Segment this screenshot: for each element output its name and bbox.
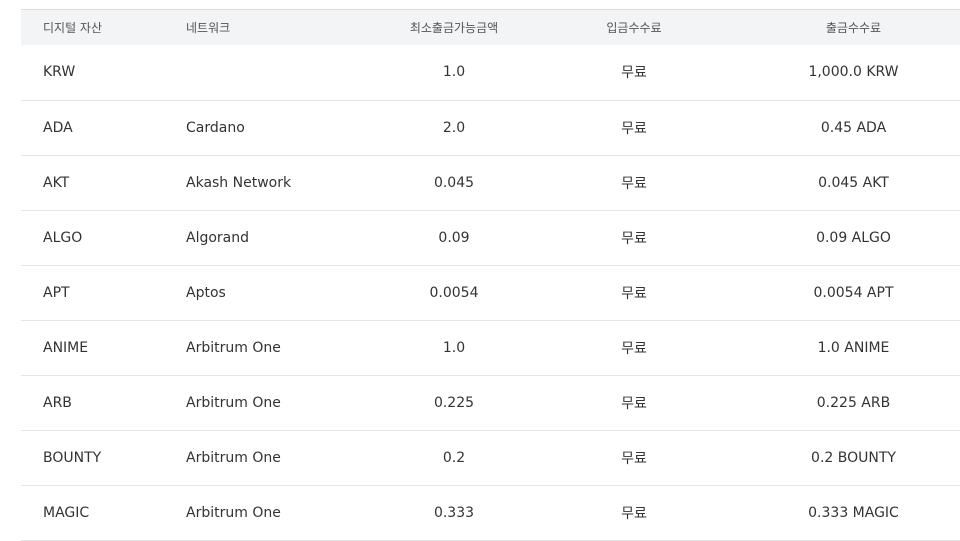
cell-min-withdrawal: 0.333	[433, 504, 475, 521]
cell-asset: AKT	[43, 174, 70, 191]
header-min-withdrawal: 최소출금가능금액	[409, 21, 499, 35]
fee-table: 디지털 자산 네트워크 최소출금가능금액 입금수수료 출금수수료 KRW 1.0…	[21, 9, 960, 541]
cell-deposit-fee: 무료	[621, 340, 647, 357]
header-withdrawal-fee: 출금수수료	[825, 21, 882, 35]
header-deposit-fee: 입금수수료	[606, 21, 662, 35]
cell-min-withdrawal: 0.045	[433, 174, 475, 191]
cell-min-withdrawal: 2.0	[442, 119, 466, 136]
cell-network: Algorand	[186, 229, 250, 246]
cell-min-withdrawal: 0.225	[433, 394, 475, 411]
cell-withdrawal-fee: 1.0 ANIME	[817, 339, 890, 356]
cell-deposit-fee: 무료	[621, 65, 647, 82]
table-row: ADA Cardano 2.0 무료 0.45 ADA	[21, 100, 960, 155]
cell-deposit-fee: 무료	[621, 450, 647, 467]
cell-withdrawal-fee: 0.2 BOUNTY	[811, 449, 896, 466]
table-row: APT Aptos 0.0054 무료 0.0054 APT	[21, 265, 960, 320]
table-row: ANIME Arbitrum One 1.0 무료 1.0 ANIME	[21, 320, 960, 375]
cell-network: Arbitrum One	[186, 449, 281, 466]
cell-deposit-fee: 무료	[621, 395, 647, 412]
table-row: BOUNTY Arbitrum One 0.2 무료 0.2 BOUNTY	[21, 430, 960, 485]
cell-min-withdrawal: 0.09	[438, 229, 470, 246]
cell-withdrawal-fee: 1,000.0 KRW	[808, 64, 899, 81]
cell-withdrawal-fee: 0.225 ARB	[816, 394, 891, 411]
cell-asset: ARB	[43, 394, 72, 411]
cell-withdrawal-fee: 0.0054 APT	[813, 284, 894, 301]
header-asset: 디지털 자산	[43, 21, 103, 35]
table-row: ARB Arbitrum One 0.225 무료 0.225 ARB	[21, 375, 960, 430]
cell-asset: ALGO	[43, 229, 83, 246]
cell-deposit-fee: 무료	[621, 175, 647, 192]
cell-asset: ADA	[43, 119, 73, 136]
cell-network: Aptos	[186, 284, 226, 301]
cell-deposit-fee: 무료	[621, 285, 647, 302]
cell-network: Arbitrum One	[186, 394, 281, 411]
cell-asset: ANIME	[43, 339, 89, 356]
fee-table-container: 디지털 자산 네트워크 최소출금가능금액 입금수수료 출금수수료 KRW 1.0…	[21, 9, 960, 541]
cell-asset: KRW	[43, 64, 76, 81]
cell-withdrawal-fee: 0.045 AKT	[818, 174, 889, 191]
cell-asset: APT	[43, 284, 70, 301]
cell-deposit-fee: 무료	[621, 230, 647, 247]
table-body: KRW 1.0 무료 1,000.0 KRW ADA Cardano 2.0 무…	[21, 45, 960, 540]
cell-min-withdrawal: 0.0054	[429, 284, 479, 301]
cell-network: Akash Network	[186, 174, 292, 191]
cell-withdrawal-fee: 0.45 ADA	[820, 119, 887, 136]
cell-min-withdrawal: 1.0	[442, 339, 466, 356]
table-row: KRW 1.0 무료 1,000.0 KRW	[21, 45, 960, 100]
cell-deposit-fee: 무료	[621, 505, 647, 522]
cell-withdrawal-fee: 0.333 MAGIC	[808, 504, 899, 521]
cell-network: Arbitrum One	[186, 504, 281, 521]
cell-asset: MAGIC	[43, 504, 90, 521]
cell-network: Arbitrum One	[186, 339, 281, 356]
table-row: AKT Akash Network 0.045 무료 0.045 AKT	[21, 155, 960, 210]
table-row: ALGO Algorand 0.09 무료 0.09 ALGO	[21, 210, 960, 265]
table-row: MAGIC Arbitrum One 0.333 무료 0.333 MAGIC	[21, 485, 960, 540]
header-network: 네트워크	[186, 21, 231, 35]
cell-network	[186, 45, 369, 100]
cell-withdrawal-fee: 0.09 ALGO	[816, 229, 891, 246]
cell-asset: BOUNTY	[43, 449, 102, 466]
table-header: 디지털 자산 네트워크 최소출금가능금액 입금수수료 출금수수료	[21, 9, 960, 45]
cell-network: Cardano	[186, 119, 245, 136]
header-row: 디지털 자산 네트워크 최소출금가능금액 입금수수료 출금수수료	[21, 9, 960, 45]
cell-min-withdrawal: 1.0	[442, 64, 466, 81]
cell-min-withdrawal: 0.2	[442, 449, 466, 466]
cell-deposit-fee: 무료	[621, 120, 647, 137]
